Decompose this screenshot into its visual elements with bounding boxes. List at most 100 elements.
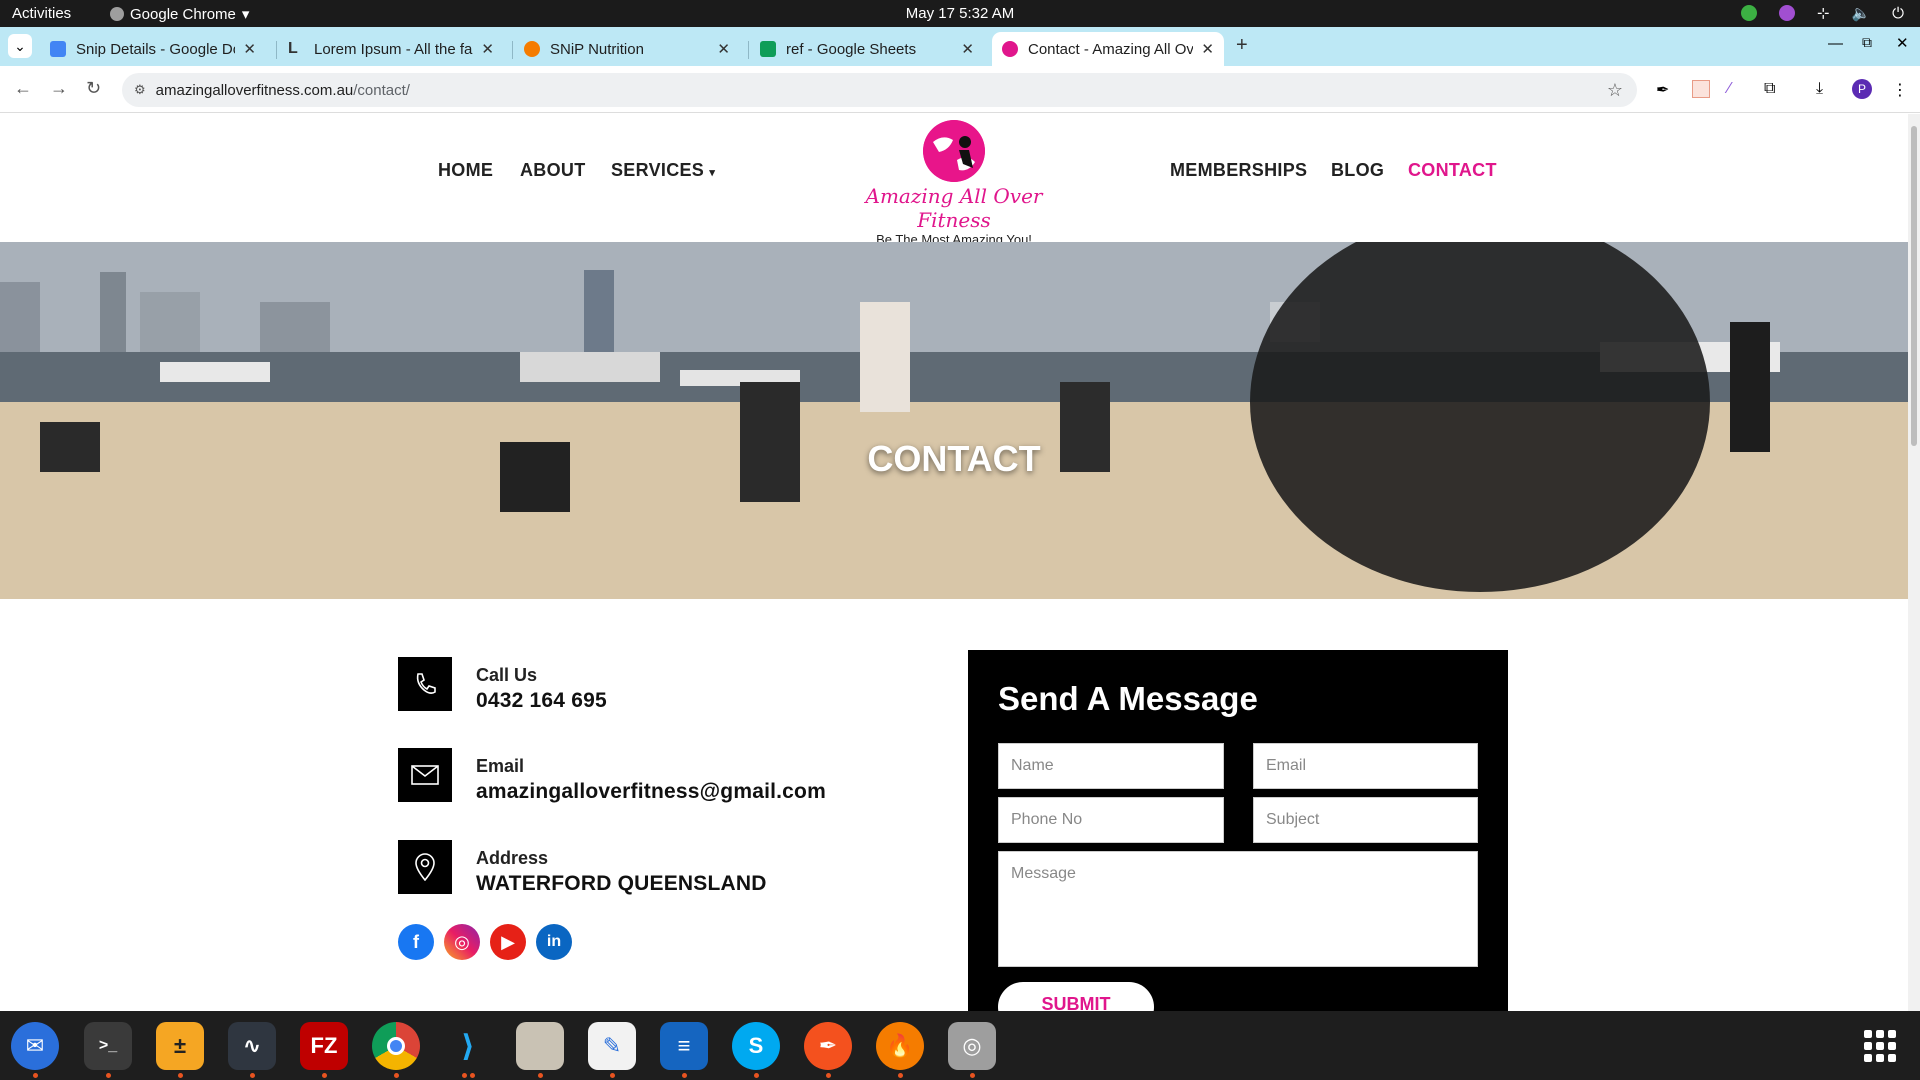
vscode-icon[interactable]: ⟩ xyxy=(444,1022,492,1070)
facebook-icon[interactable]: f xyxy=(398,924,434,960)
inkscape-icon[interactable]: ✒ xyxy=(804,1022,852,1070)
instagram-icon[interactable]: ◎ xyxy=(444,924,480,960)
disk-utility-icon[interactable]: ◎ xyxy=(948,1022,996,1070)
tab-strip: ⌄ Snip Details - Google Do ✕ L Lorem Ips… xyxy=(0,27,1920,66)
maximize-icon[interactable]: ⧉ xyxy=(1862,34,1872,51)
beach-photo xyxy=(0,242,1908,599)
close-icon[interactable]: ✕ xyxy=(481,40,494,58)
close-icon[interactable]: ✕ xyxy=(1201,40,1214,58)
address-block: Address WATERFORD QUEENSLAND xyxy=(398,840,767,896)
back-icon[interactable]: ← xyxy=(14,78,32,99)
site-logo[interactable]: Amazing All Over Fitness Be The Most Ama… xyxy=(844,120,1064,247)
taskbar-dock: ✉ >_ ± ∿ FZ ⟩ ✎ ≡ S ✒ 🔥 ◎ xyxy=(0,1011,1920,1080)
thunderbird-icon[interactable]: ✉ xyxy=(11,1022,59,1070)
download-icon[interactable]: ⤓ xyxy=(1816,80,1834,98)
subject-field[interactable]: Subject xyxy=(1253,797,1478,843)
browser-toolbar: ← → ↻ ⚙ amazingalloverfitness.com.au/con… xyxy=(0,66,1920,113)
logo-wordmark: Amazing All Over Fitness xyxy=(865,184,1043,232)
call-us-label: Call Us xyxy=(476,665,538,685)
email-field[interactable]: Email xyxy=(1253,743,1478,789)
clock[interactable]: May 17 5:32 AM xyxy=(0,5,1920,22)
chrome-icon[interactable] xyxy=(372,1022,420,1070)
close-icon[interactable]: ✕ xyxy=(961,40,974,58)
power-icon: ⏻ xyxy=(1892,4,1904,22)
nav-blog[interactable]: BLOG xyxy=(1331,160,1384,181)
tab-snip-nutrition[interactable]: SNiP Nutrition ✕ xyxy=(514,32,740,66)
volume-icon: 🔈 xyxy=(1851,5,1871,22)
filezilla-icon[interactable]: FZ xyxy=(300,1022,348,1070)
name-field[interactable]: Name xyxy=(998,743,1224,789)
url-path: /contact/ xyxy=(353,81,410,99)
update-icon xyxy=(1740,5,1757,21)
network-icon: ⊹ xyxy=(1816,5,1830,22)
message-field[interactable]: Message xyxy=(998,851,1478,967)
page-scrollbar[interactable] xyxy=(1908,114,1920,1011)
contact-form: Send A Message Name Email Phone No Subje… xyxy=(968,650,1508,1011)
hero-banner: CONTACT xyxy=(0,242,1908,599)
pen-extension-icon[interactable]: ⁄ xyxy=(1728,80,1746,98)
google-docs-icon xyxy=(50,41,66,57)
text-editor-icon[interactable]: ✎ xyxy=(588,1022,636,1070)
tab-title: Lorem Ipsum - All the fac xyxy=(314,40,474,58)
close-icon[interactable]: ✕ xyxy=(717,40,730,58)
address-value: WATERFORD QUEENSLAND xyxy=(476,872,767,895)
bookmark-star-icon[interactable]: ☆ xyxy=(1607,80,1623,101)
tab-ref-sheets[interactable]: ref - Google Sheets ✕ xyxy=(750,32,984,66)
close-icon[interactable]: ✕ xyxy=(243,40,256,58)
address-bar[interactable]: ⚙ amazingalloverfitness.com.au/contact/ … xyxy=(122,73,1637,107)
nav-about[interactable]: ABOUT xyxy=(520,160,586,181)
tab-lorem-ipsum[interactable]: L Lorem Ipsum - All the fac ✕ xyxy=(278,32,504,66)
system-tray[interactable]: ⊹ 🔈 ⏻ xyxy=(1740,4,1904,22)
minimize-icon[interactable]: — xyxy=(1828,35,1843,52)
extensions-puzzle-icon[interactable]: ⧉ xyxy=(1764,80,1782,98)
location-pin-icon xyxy=(398,840,452,894)
form-title: Send A Message xyxy=(998,680,1258,717)
system-top-bar: Activities Google Chrome ▾ May 17 5:32 A… xyxy=(0,0,1920,27)
forward-icon[interactable]: → xyxy=(50,78,68,99)
new-tab-button[interactable]: + xyxy=(1236,34,1248,57)
writer-icon[interactable]: ≡ xyxy=(660,1022,708,1070)
kebab-menu-icon[interactable]: ⋮ xyxy=(1892,80,1910,99)
close-window-icon[interactable]: ✕ xyxy=(1896,34,1909,52)
files-icon[interactable] xyxy=(516,1022,564,1070)
nav-home[interactable]: HOME xyxy=(438,160,493,181)
lorem-ipsum-icon: L xyxy=(288,40,298,57)
tab-title: Snip Details - Google Do xyxy=(76,40,236,58)
system-monitor-icon[interactable]: ∿ xyxy=(228,1022,276,1070)
youtube-icon[interactable]: ▶ xyxy=(490,924,526,960)
phone-number[interactable]: 0432 164 695 xyxy=(476,689,607,713)
linkedin-icon[interactable]: in xyxy=(536,924,572,960)
profile-avatar[interactable]: P xyxy=(1852,79,1872,99)
email-block: Email amazingalloverfitness@gmail.com xyxy=(398,748,826,804)
scrollbar-thumb[interactable] xyxy=(1911,126,1917,446)
google-sheets-icon xyxy=(760,41,776,57)
email-address[interactable]: amazingalloverfitness@gmail.com xyxy=(476,780,826,804)
tab-title: SNiP Nutrition xyxy=(550,40,644,58)
site-favicon xyxy=(1002,41,1018,57)
nav-services[interactable]: SERVICES ▾ xyxy=(611,160,715,181)
logo-globe-icon xyxy=(923,120,985,182)
extension-icon xyxy=(1778,5,1795,21)
nav-memberships[interactable]: MEMBERSHIPS xyxy=(1170,160,1307,181)
hero-title: CONTACT xyxy=(867,438,1041,479)
eyedropper-extension-icon[interactable]: ✒ xyxy=(1656,80,1674,99)
site-info-icon[interactable]: ⚙ xyxy=(134,82,146,98)
calculator-icon[interactable]: ± xyxy=(156,1022,204,1070)
tab-search-icon[interactable]: ⌄ xyxy=(8,34,32,58)
address-label: Address xyxy=(476,848,549,868)
snip-nutrition-icon xyxy=(524,41,540,57)
reload-icon[interactable]: ↻ xyxy=(86,78,101,99)
show-apps-icon[interactable] xyxy=(1864,1030,1896,1062)
nav-contact[interactable]: CONTACT xyxy=(1408,160,1497,181)
caret-down-icon: ▾ xyxy=(709,167,716,179)
phone-field[interactable]: Phone No xyxy=(998,797,1224,843)
skype-icon[interactable]: S xyxy=(732,1022,780,1070)
submit-button[interactable]: SUBMIT xyxy=(998,982,1154,1011)
calendar-extension-icon[interactable] xyxy=(1692,80,1710,98)
web-page: HOME ABOUT SERVICES ▾ MEMBERSHIPS BLOG C… xyxy=(0,114,1908,1011)
tab-snip-details[interactable]: Snip Details - Google Do ✕ xyxy=(40,32,266,66)
nav-services-label: SERVICES xyxy=(611,160,705,180)
tab-contact[interactable]: Contact - Amazing All Ov ✕ xyxy=(992,32,1224,66)
terminal-icon[interactable]: >_ xyxy=(84,1022,132,1070)
hotshots-icon[interactable]: 🔥 xyxy=(876,1022,924,1070)
